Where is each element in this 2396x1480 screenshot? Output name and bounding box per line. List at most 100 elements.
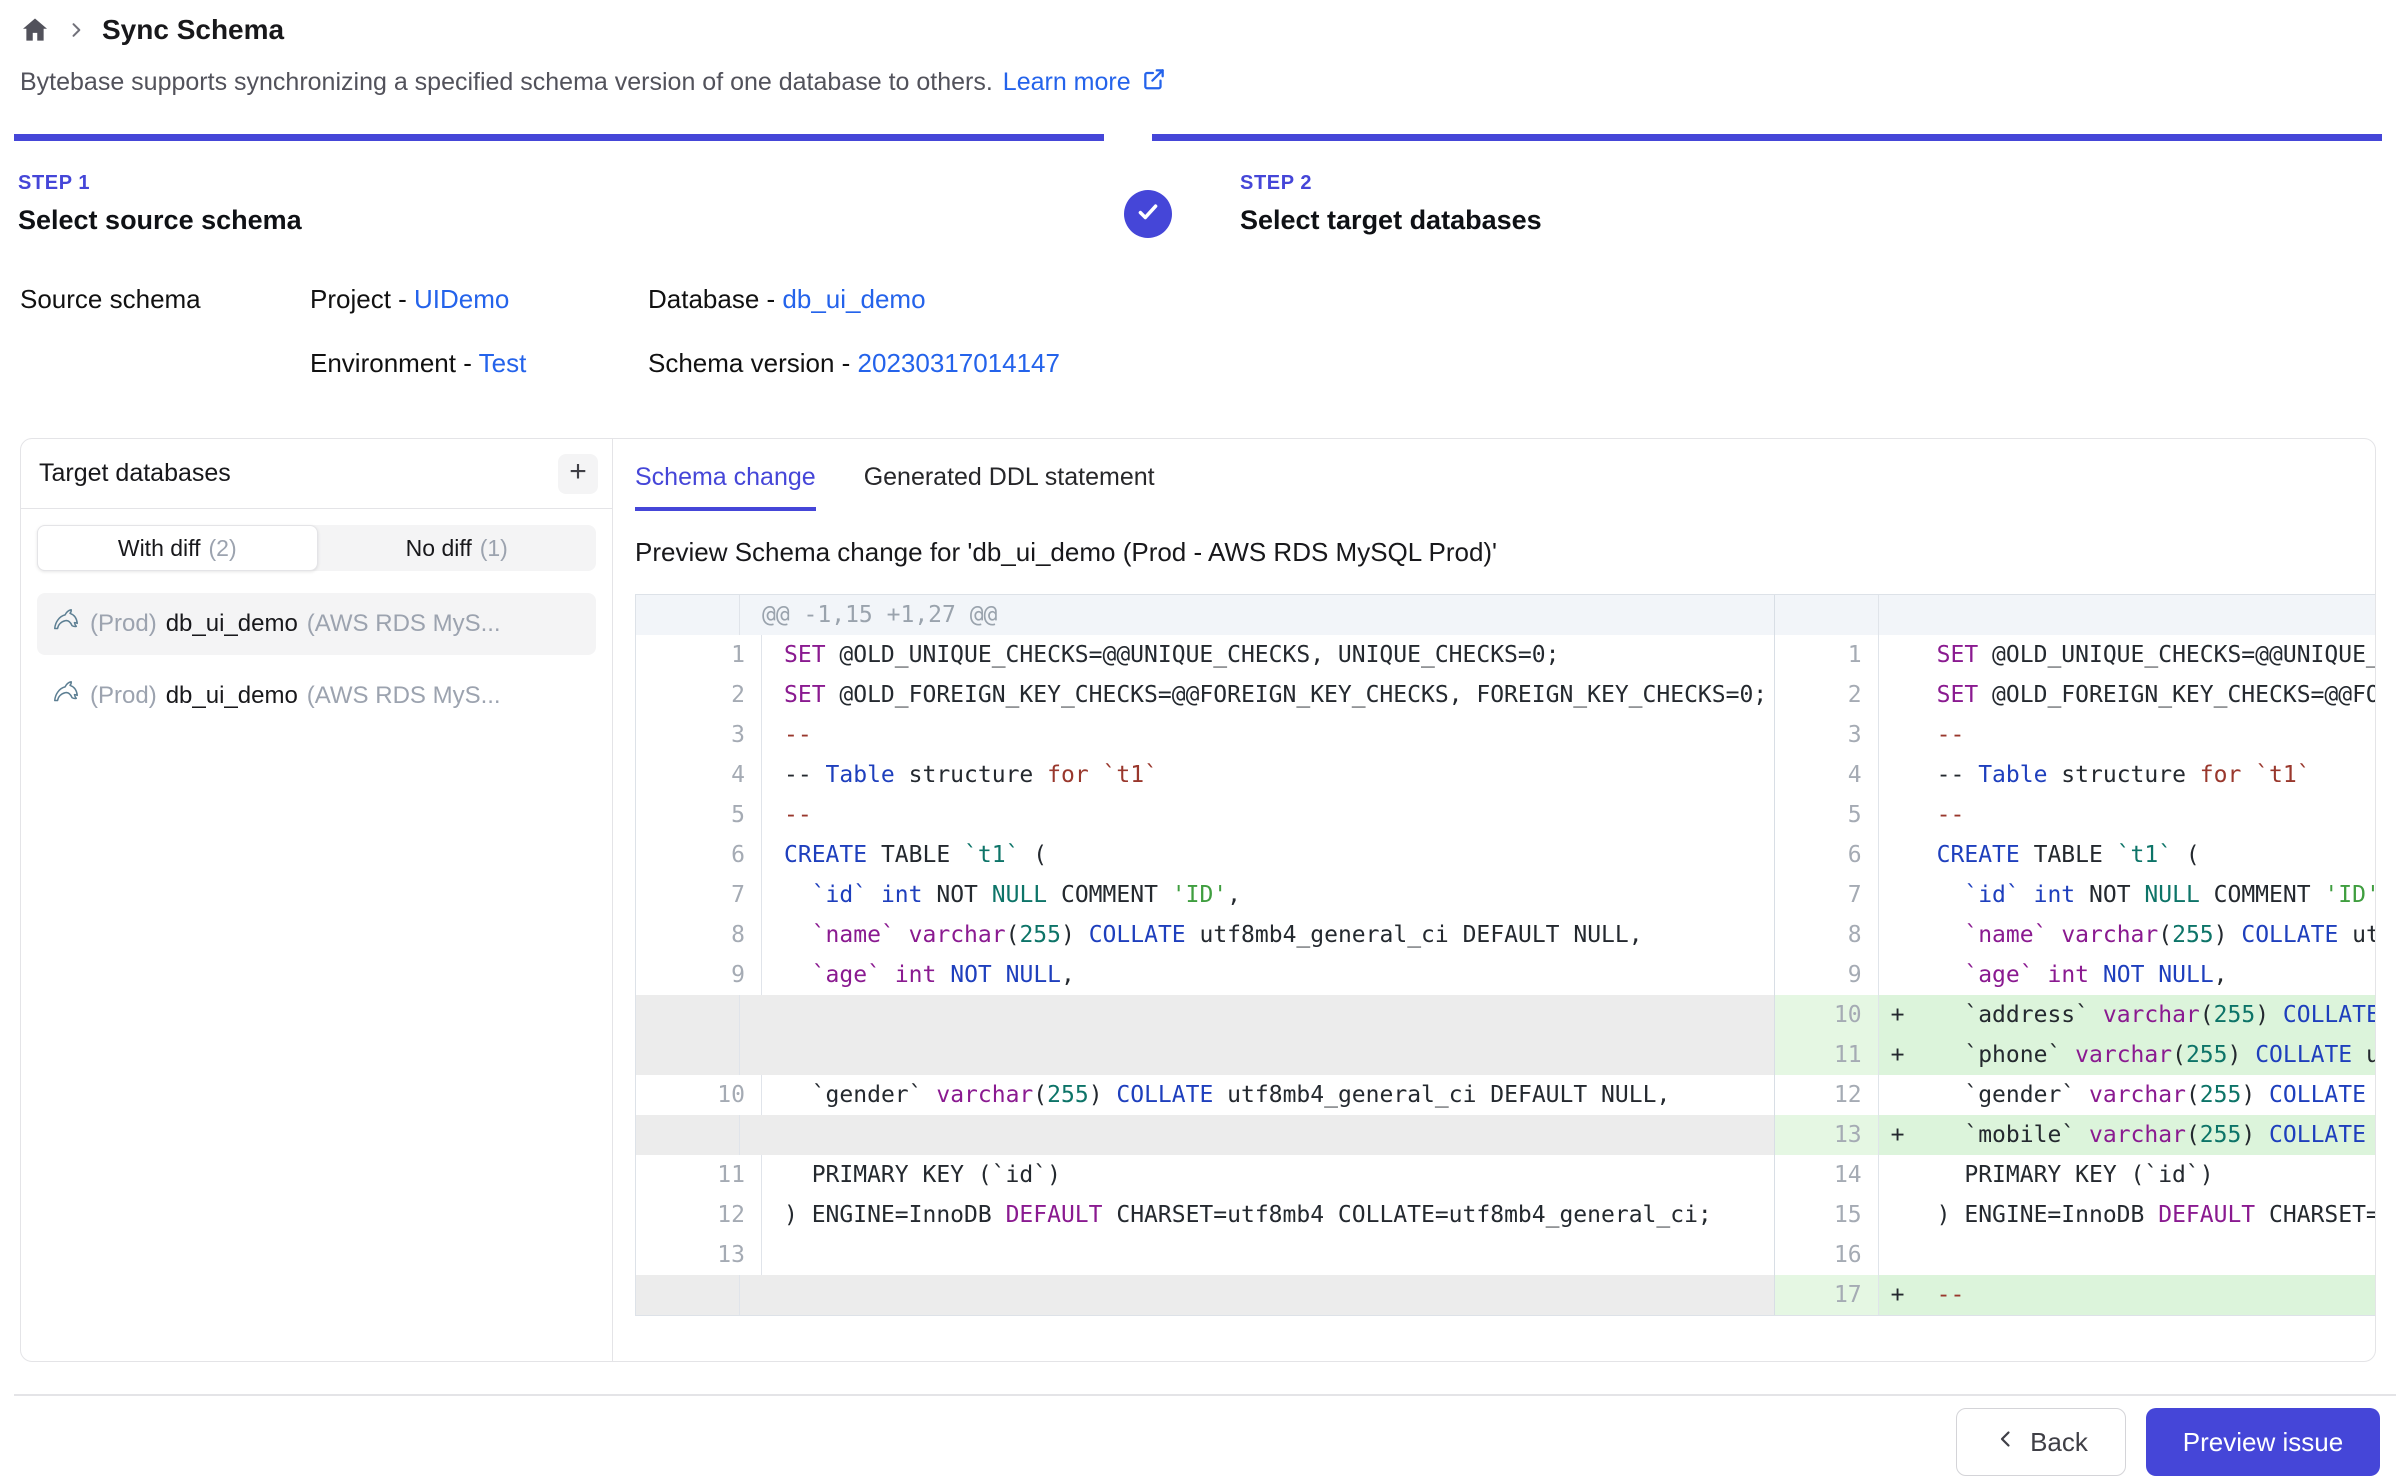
database-list-item[interactable]: (Prod) db_ui_demo (AWS RDS MyS... <box>37 665 596 727</box>
diff-row: 12) ENGINE=InnoDB DEFAULT CHARSET=utf8mb… <box>636 1195 1774 1235</box>
diff-marker: + <box>1879 1115 1937 1155</box>
page-description: Bytebase supports synchronizing a specif… <box>20 66 1167 99</box>
diff-marker: + <box>1879 995 1937 1035</box>
home-icon[interactable] <box>20 15 50 45</box>
diff-marker <box>1879 955 1937 995</box>
field-name: Database <box>648 284 759 314</box>
code-line <box>740 1115 1774 1155</box>
line-number: 3 <box>1775 715 1879 755</box>
line-number: 12 <box>658 1195 762 1235</box>
line-number: 2 <box>658 675 762 715</box>
step-complete-badge <box>1124 190 1172 238</box>
back-button[interactable]: Back <box>1956 1408 2126 1476</box>
diff-row: 1SET @OLD_UNIQUE_CHECKS=@@UNIQUE_CHECKS,… <box>1775 635 2376 675</box>
diff-marker <box>1879 715 1937 755</box>
schema-version-link[interactable]: 20230317014147 <box>858 348 1060 378</box>
field-separator: - <box>834 348 857 378</box>
diff-marker <box>1879 595 1937 635</box>
diff-row: 5-- <box>636 795 1774 835</box>
diff-row: 13 <box>636 1235 1774 1275</box>
diff-marker <box>1879 1235 1937 1275</box>
diff-marker <box>1879 1075 1937 1115</box>
code-line: `id` int NOT NULL COMMENT 'ID', <box>1937 875 2376 915</box>
diff-marker <box>1879 915 1937 955</box>
diff-marker <box>1879 755 1937 795</box>
db-name: db_ui_demo <box>166 682 298 710</box>
field-name: Schema version <box>648 348 834 378</box>
code-line <box>1937 1235 2376 1275</box>
line-number <box>636 1115 740 1155</box>
step2-progress-bar <box>1152 134 2382 141</box>
project-link[interactable]: UIDemo <box>414 284 509 314</box>
line-number: 16 <box>1775 1235 1879 1275</box>
step-1-label: STEP 1 <box>18 172 302 195</box>
diff-pane-source[interactable]: @@ -1,15 +1,27 @@1SET @OLD_UNIQUE_CHECKS… <box>636 595 1775 1315</box>
code-line: `phone` varchar(255) COLLATE utf8mb4_gen… <box>1937 1035 2376 1075</box>
code-line: SET @OLD_FOREIGN_KEY_CHECKS=@@FOREIGN_KE… <box>762 675 1774 715</box>
step1-progress-bar <box>14 134 1104 141</box>
target-databases-panel: Target databases + With diff (2) No diff… <box>21 439 613 1361</box>
diff-row: 9 `age` int NOT NULL, <box>1775 955 2376 995</box>
line-number: 10 <box>1775 995 1879 1035</box>
diff-row: 9 `age` int NOT NULL, <box>636 955 1774 995</box>
code-line: SET @OLD_FOREIGN_KEY_CHECKS=@@FOREIGN_KE… <box>1937 675 2376 715</box>
field-separator: - <box>391 284 414 314</box>
line-number: 4 <box>1775 755 1879 795</box>
plus-icon: + <box>569 457 587 487</box>
diff-row <box>1775 595 2376 635</box>
line-number: 12 <box>1775 1075 1879 1115</box>
step-2-label: STEP 2 <box>1240 172 1542 195</box>
code-line: SET @OLD_UNIQUE_CHECKS=@@UNIQUE_CHECKS, … <box>762 635 1774 675</box>
diff-pane-target[interactable]: 1SET @OLD_UNIQUE_CHECKS=@@UNIQUE_CHECKS,… <box>1775 595 2376 1315</box>
diff-row: 2SET @OLD_FOREIGN_KEY_CHECKS=@@FOREIGN_K… <box>1775 675 2376 715</box>
chevron-left-icon <box>1994 1427 2018 1458</box>
mysql-icon <box>51 678 81 715</box>
footer-divider <box>14 1394 2396 1396</box>
description-text: Bytebase supports synchronizing a specif… <box>20 68 993 97</box>
code-line: ) ENGINE=InnoDB DEFAULT CHARSET=utf8mb4 … <box>762 1195 1774 1235</box>
field-separator: - <box>456 348 479 378</box>
learn-more-link[interactable]: Learn more <box>1003 68 1131 97</box>
diff-row: 12 `gender` varchar(255) COLLATE utf8mb4… <box>1775 1075 2376 1115</box>
diff-marker <box>1879 835 1937 875</box>
check-icon <box>1134 198 1162 231</box>
back-button-label: Back <box>2030 1427 2088 1458</box>
database-link[interactable]: db_ui_demo <box>782 284 925 314</box>
code-line: `address` varchar(255) COLLATE utf8mb4_g… <box>1937 995 2376 1035</box>
step-1-title: Select source schema <box>18 205 302 236</box>
tab-count: (1) <box>480 535 508 562</box>
db-instance: (AWS RDS MyS... <box>307 610 582 638</box>
line-number: 13 <box>658 1235 762 1275</box>
environment-link[interactable]: Test <box>479 348 527 378</box>
code-line <box>762 1235 1774 1275</box>
target-databases-header: Target databases + <box>21 439 612 509</box>
preview-issue-button[interactable]: Preview issue <box>2146 1408 2380 1476</box>
diff-row: @@ -1,15 +1,27 @@ <box>636 595 1774 635</box>
preview-issue-label: Preview issue <box>2183 1427 2343 1458</box>
field-database: Database - db_ui_demo <box>648 284 926 315</box>
diff-marker <box>1879 1155 1937 1195</box>
line-number: 8 <box>658 915 762 955</box>
code-line: PRIMARY KEY (`id`) <box>762 1155 1774 1195</box>
database-list-item[interactable]: (Prod) db_ui_demo (AWS RDS MyS... <box>37 593 596 655</box>
code-line: `id` int NOT NULL COMMENT 'ID', <box>762 875 1774 915</box>
db-name: db_ui_demo <box>166 610 298 638</box>
diff-row: 13+ `mobile` varchar(255) COLLATE utf8mb… <box>1775 1115 2376 1155</box>
diff-viewer[interactable]: @@ -1,15 +1,27 @@1SET @OLD_UNIQUE_CHECKS… <box>635 594 2376 1316</box>
line-number <box>636 1275 740 1315</box>
add-target-database-button[interactable]: + <box>558 454 598 494</box>
tab-label: With diff <box>118 535 201 562</box>
sync-schema-card: Target databases + With diff (2) No diff… <box>20 438 2376 1362</box>
tab-schema-change[interactable]: Schema change <box>635 463 816 511</box>
diff-marker <box>1879 675 1937 715</box>
tab-with-diff[interactable]: With diff (2) <box>37 525 318 571</box>
field-separator: - <box>759 284 782 314</box>
diff-row <box>636 995 1774 1035</box>
code-line <box>740 1035 1774 1075</box>
tab-no-diff[interactable]: No diff (1) <box>318 525 597 571</box>
tab-generated-ddl[interactable]: Generated DDL statement <box>864 463 1155 511</box>
code-line: -- <box>1937 715 2376 755</box>
external-link-icon[interactable] <box>1141 66 1167 99</box>
field-schema-version: Schema version - 20230317014147 <box>648 348 1060 379</box>
diff-row: 2SET @OLD_FOREIGN_KEY_CHECKS=@@FOREIGN_K… <box>636 675 1774 715</box>
